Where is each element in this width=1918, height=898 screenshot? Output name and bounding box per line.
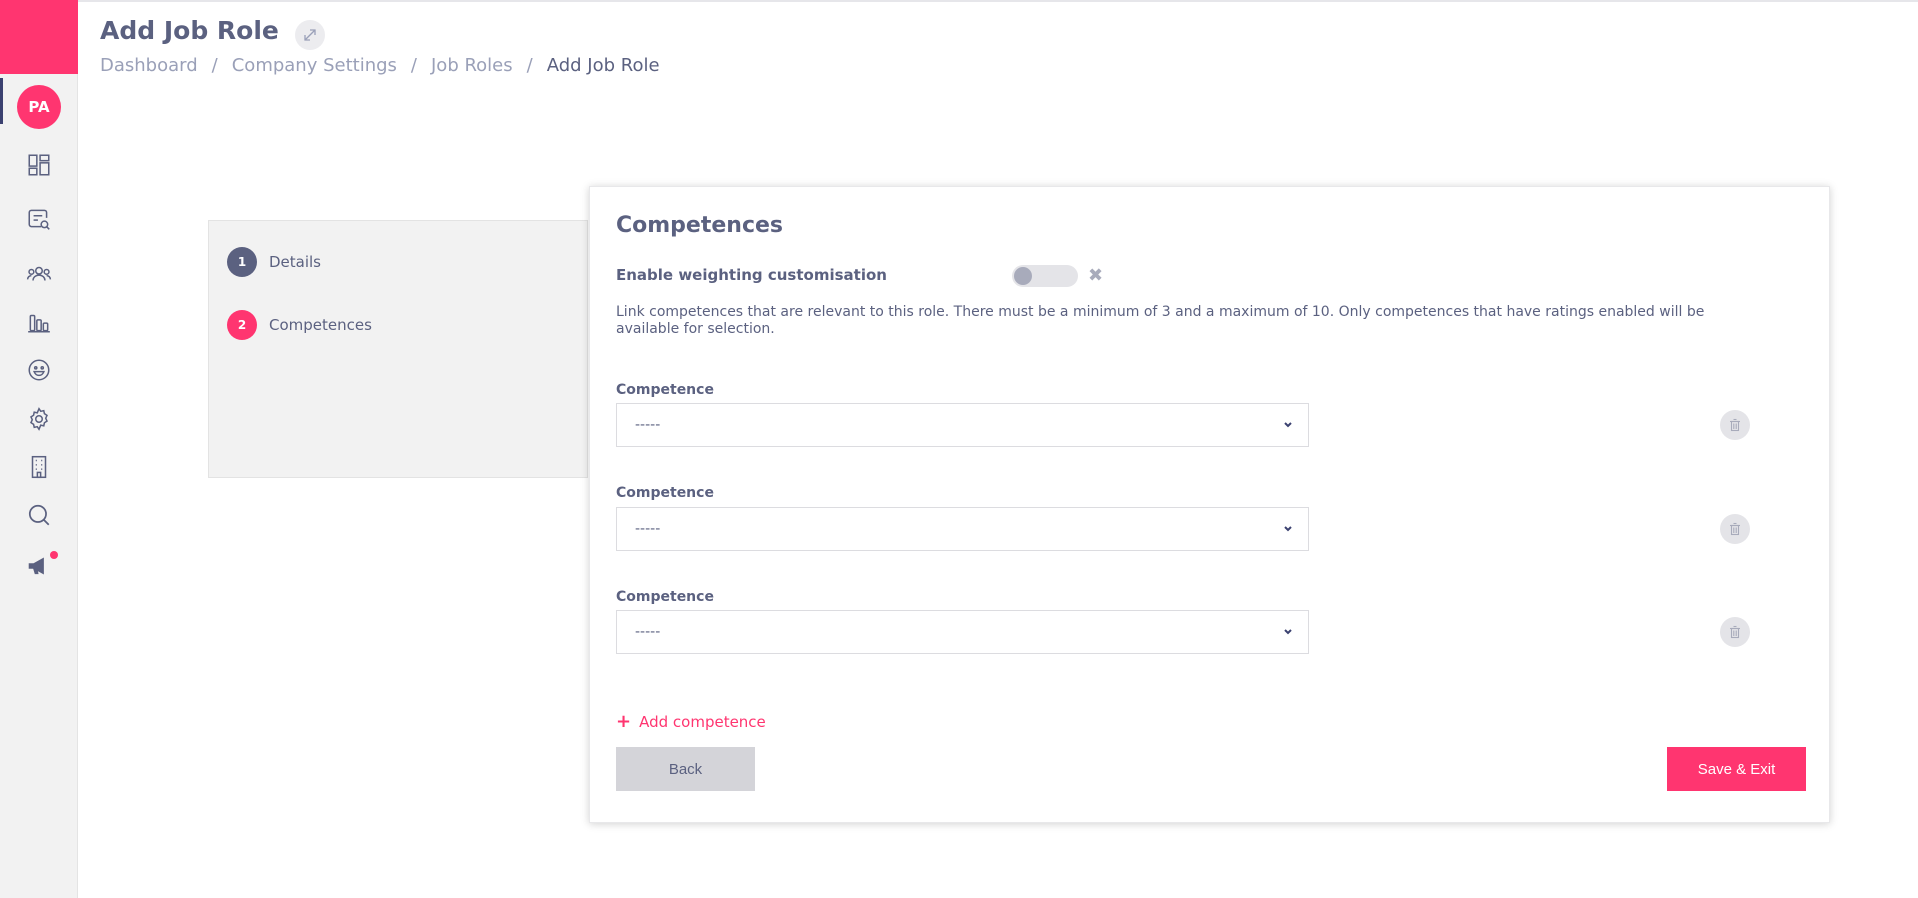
search-document-icon[interactable]	[24, 204, 54, 234]
competence-select[interactable]: -----	[616, 610, 1309, 654]
people-icon[interactable]	[24, 259, 54, 289]
top-border	[0, 0, 1918, 2]
steps-panel: 1 Details 2 Competences	[208, 220, 588, 478]
breadcrumb: Dashboard / Company Settings / Job Roles…	[100, 55, 660, 76]
back-button[interactable]: Back	[616, 747, 755, 791]
step-label: Competences	[269, 316, 372, 334]
building-icon[interactable]	[24, 452, 54, 482]
breadcrumb-separator: /	[410, 55, 417, 76]
chevron-down-icon	[1284, 629, 1292, 635]
bar-chart-icon[interactable]	[24, 307, 54, 337]
dashboard-icon[interactable]	[24, 150, 54, 180]
delete-competence-button[interactable]	[1720, 617, 1750, 647]
competence-select-value: -----	[635, 624, 661, 640]
brand-logo[interactable]	[0, 0, 78, 74]
search-icon[interactable]	[24, 500, 54, 530]
competence-label: Competence	[616, 589, 714, 605]
trash-icon	[1730, 418, 1740, 432]
breadcrumb-company-settings[interactable]: Company Settings	[232, 55, 397, 76]
competence-select-value: -----	[635, 417, 661, 433]
sidebar: PA	[0, 0, 78, 898]
step-details[interactable]: 1 Details	[227, 247, 321, 277]
card-title: Competences	[616, 213, 784, 238]
chevron-down-icon	[1284, 526, 1292, 532]
breadcrumb-separator: /	[526, 55, 533, 76]
competence-label: Competence	[616, 485, 714, 501]
trash-icon	[1730, 522, 1740, 536]
step-number: 1	[227, 247, 257, 277]
plus-icon: +	[616, 711, 632, 732]
delete-competence-button[interactable]	[1720, 514, 1750, 544]
close-icon: ✖	[1088, 265, 1104, 286]
weighting-toggle-label: Enable weighting customisation	[616, 266, 887, 284]
page-title: Add Job Role	[100, 16, 279, 45]
breadcrumb-current: Add Job Role	[546, 55, 660, 76]
chevron-down-icon	[1284, 422, 1292, 428]
weighting-toggle[interactable]	[1012, 265, 1078, 287]
avatar[interactable]: PA	[17, 85, 61, 129]
add-competence-label: Add competence	[639, 712, 766, 731]
competence-label: Competence	[616, 382, 714, 398]
competence-select-value: -----	[635, 521, 661, 537]
breadcrumb-separator: /	[211, 55, 218, 76]
competences-card: Competences Enable weighting customisati…	[589, 186, 1830, 823]
expand-icon[interactable]	[295, 20, 325, 50]
smiley-icon[interactable]	[24, 355, 54, 385]
step-label: Details	[269, 253, 322, 271]
trash-icon	[1730, 625, 1740, 639]
save-exit-button[interactable]: Save & Exit	[1667, 747, 1806, 791]
gear-icon[interactable]	[24, 404, 54, 434]
description-text: Link competences that are relevant to th…	[616, 304, 1705, 337]
competence-select[interactable]: -----	[616, 403, 1309, 447]
delete-competence-button[interactable]	[1720, 410, 1750, 440]
active-indicator	[0, 78, 3, 124]
breadcrumb-dashboard[interactable]: Dashboard	[100, 55, 198, 76]
step-competences[interactable]: 2 Competences	[227, 310, 372, 340]
toggle-knob	[1014, 267, 1032, 285]
notification-badge	[50, 551, 58, 559]
step-number: 2	[227, 310, 257, 340]
breadcrumb-job-roles[interactable]: Job Roles	[431, 55, 513, 76]
competence-select[interactable]: -----	[616, 507, 1309, 551]
add-competence-link[interactable]: + Add competence	[616, 711, 766, 732]
